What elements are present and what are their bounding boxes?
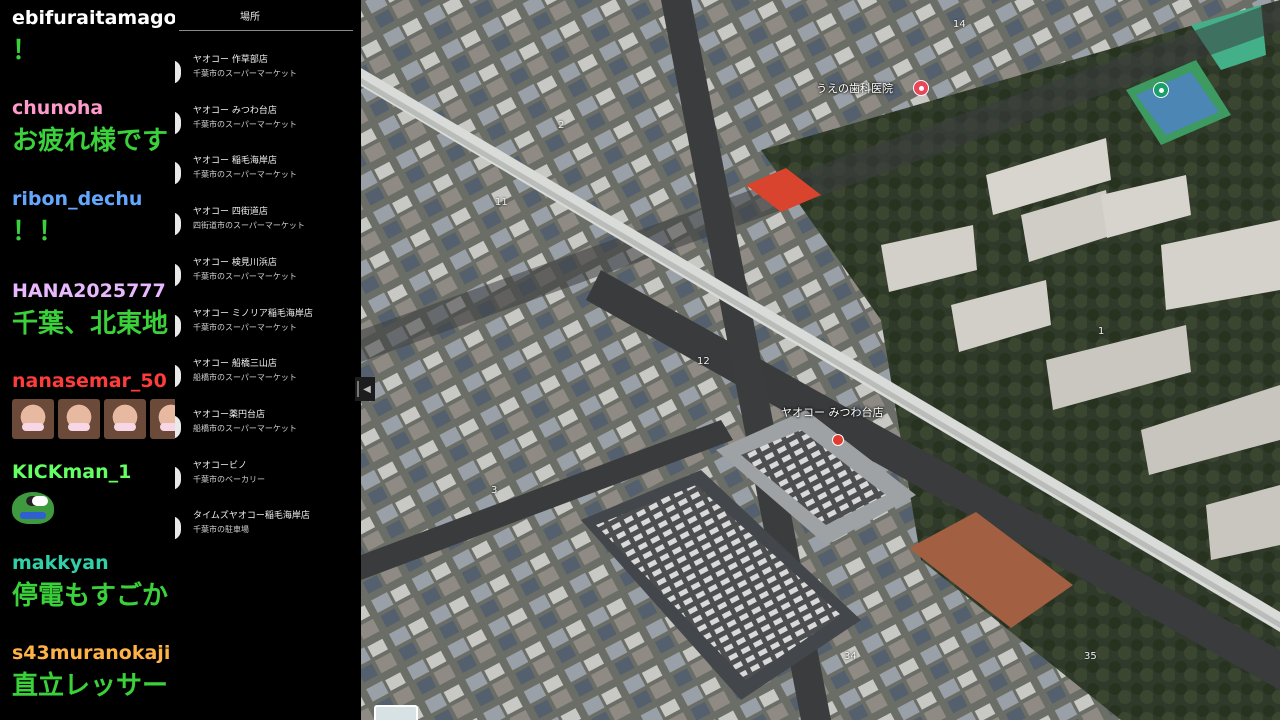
result-tab-icon [175, 466, 181, 490]
chat-text: ！ [12, 36, 39, 66]
chat-text: お疲れ様です [12, 126, 169, 156]
panel-title: 場所 [240, 12, 260, 23]
place-result[interactable]: ヤオコー 船橋三山店 船橋市のスーパーマーケット [175, 358, 361, 398]
block-number: 35 [1084, 651, 1097, 662]
chat-message: chunoha お疲れ様です [12, 96, 168, 158]
chat-username: KICKman_1 [12, 461, 132, 483]
place-name: ヤオコー 稲毛海岸店 [193, 156, 277, 166]
chat-text: 直立レッサー [12, 671, 169, 701]
place-category: 千葉市のスーパーマーケット [193, 170, 297, 179]
chat-username: nanasemar_50 [12, 370, 167, 392]
place-result[interactable]: ヤオコー みつわ台店 千葉市のスーパーマーケット [175, 105, 361, 145]
panel-divider [179, 30, 353, 31]
result-tab-icon [175, 212, 181, 236]
places-panel: 場所 ヤオコー 作草部店 千葉市のスーパーマーケット ヤオコー みつわ台店 千葉… [175, 0, 361, 720]
clinic-label[interactable]: うえの歯科医院 [816, 80, 893, 96]
place-result[interactable]: ヤオコー 検見川浜店 千葉市のスーパーマーケット [175, 257, 361, 297]
map-imagery [361, 0, 1280, 720]
layer-toggle-thumbnail[interactable] [374, 705, 418, 720]
chat-text: 停電もすごか [12, 581, 169, 611]
chat-message: ribon_dechu ！！ [12, 187, 142, 249]
block-number: 14 [953, 19, 966, 30]
block-number: 2 [558, 120, 565, 131]
block-number: 11 [495, 197, 508, 208]
block-number: 1 [1098, 326, 1105, 337]
block-number: 34 [844, 651, 857, 662]
result-tab-icon [175, 161, 181, 185]
store-label[interactable]: ヤオコー みつわ台店 [781, 404, 884, 420]
chat-username: makkyan [12, 552, 109, 574]
chat-username: chunoha [12, 97, 104, 119]
place-name: ヤオコー薬円台店 [193, 410, 266, 420]
result-tab-icon [175, 516, 181, 540]
place-result[interactable]: タイムズヤオコー稲毛海岸店 千葉市の駐車場 [175, 510, 361, 550]
chat-message: HANA2025777 千葉、北東地 [12, 279, 168, 341]
result-tab-icon [175, 111, 181, 135]
chat-message: makkyan 停電もすごか [12, 551, 168, 613]
location-marker-icon[interactable] [832, 434, 844, 446]
face-emote-icon [104, 399, 146, 439]
collapse-panel-button[interactable]: ◀ [355, 377, 375, 401]
result-tab-icon [175, 364, 181, 388]
place-category: 千葉市の駐車場 [193, 525, 249, 534]
face-emote-icon [12, 399, 54, 439]
place-name: ヤオコー ミノリア稲毛海岸店 [193, 309, 313, 319]
place-result[interactable]: ヤオコー ミノリア稲毛海岸店 千葉市のスーパーマーケット [175, 308, 361, 348]
place-result[interactable]: ヤオコー 四街道店 四街道市のスーパーマーケット [175, 206, 361, 246]
face-emote-icon [150, 399, 175, 439]
result-tab-icon [175, 263, 181, 287]
chat-username: ebifuraitamago [12, 7, 175, 29]
place-name: ヤオコー 船橋三山店 [193, 359, 277, 369]
block-number: 12 [697, 356, 710, 367]
place-category: 千葉市のスーパーマーケット [193, 272, 297, 281]
result-tab-icon [175, 60, 181, 84]
place-category: 千葉市のベーカリー [193, 475, 265, 484]
result-tab-icon [175, 314, 181, 338]
chat-message: ebifuraitamago ！ [12, 6, 175, 68]
chat-text: ！！ [12, 217, 65, 247]
place-result[interactable]: ヤオコー 作草部店 千葉市のスーパーマーケット [175, 54, 361, 94]
place-name: ヤオコービノ [193, 461, 248, 471]
chat-username: s43muranokaji [12, 642, 171, 664]
block-number: 3 [491, 485, 498, 496]
chat-message: s43muranokaji 直立レッサー [12, 641, 170, 703]
emote-row [12, 399, 175, 439]
place-category: 千葉市のスーパーマーケット [193, 323, 297, 332]
chat-username: ribon_dechu [12, 188, 143, 210]
place-result[interactable]: ヤオコー 稲毛海岸店 千葉市のスーパーマーケット [175, 155, 361, 195]
satellite-map[interactable]: ヤオコー みつわ台店 うえの歯科医院 14 2 11 12 1 34 35 3 [361, 0, 1280, 720]
place-name: ヤオコー みつわ台店 [193, 106, 277, 116]
place-category: 四街道市のスーパーマーケット [193, 221, 305, 230]
clinic-pin-icon[interactable] [913, 80, 929, 96]
frog-sticker-icon [12, 492, 54, 524]
chat-overlay: ebifuraitamago ！ chunoha お疲れ様です ribon_de… [0, 0, 175, 720]
chat-message: nanasemar_50 [12, 369, 175, 439]
chat-username: HANA2025777 [12, 280, 166, 302]
park-pin-icon[interactable] [1153, 82, 1169, 98]
chat-text: 千葉、北東地 [12, 309, 169, 339]
chat-message: KICKman_1 [12, 460, 131, 524]
face-emote-icon [58, 399, 100, 439]
place-category: 船橋市のスーパーマーケット [193, 373, 297, 382]
place-name: ヤオコー 検見川浜店 [193, 258, 277, 268]
place-result[interactable]: ヤオコービノ 千葉市のベーカリー [175, 460, 361, 500]
place-result[interactable]: ヤオコー薬円台店 船橋市のスーパーマーケット [175, 409, 361, 449]
result-tab-icon [175, 415, 181, 439]
place-category: 千葉市のスーパーマーケット [193, 120, 297, 129]
place-name: ヤオコー 四街道店 [193, 207, 268, 217]
place-category: 船橋市のスーパーマーケット [193, 424, 297, 433]
chevron-left-icon: ◀ [363, 383, 371, 395]
place-name: タイムズヤオコー稲毛海岸店 [193, 511, 310, 521]
place-category: 千葉市のスーパーマーケット [193, 69, 297, 78]
place-name: ヤオコー 作草部店 [193, 55, 268, 65]
